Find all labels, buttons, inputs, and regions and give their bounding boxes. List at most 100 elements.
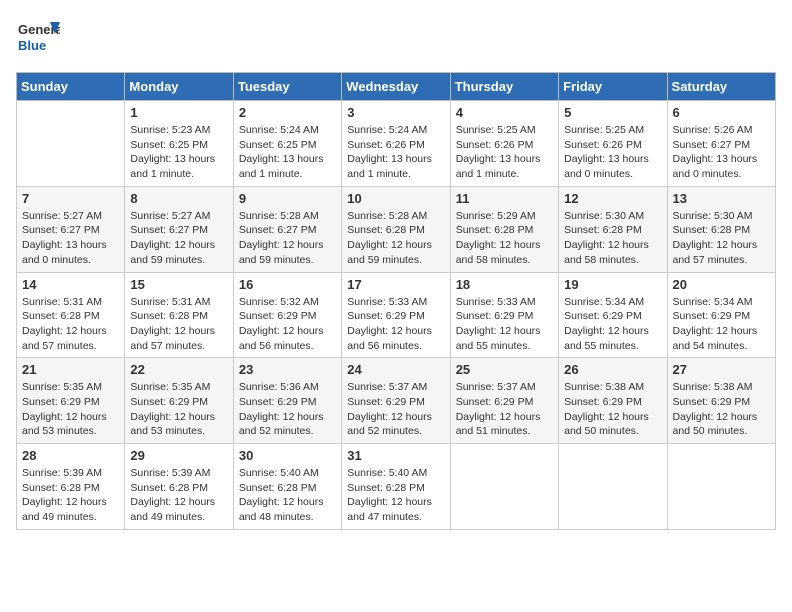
day-info: Sunrise: 5:37 AMSunset: 6:29 PMDaylight:…	[456, 380, 553, 439]
calendar-cell: 26Sunrise: 5:38 AMSunset: 6:29 PMDayligh…	[559, 358, 667, 444]
day-number: 13	[673, 191, 770, 206]
day-header-saturday: Saturday	[667, 73, 775, 101]
calendar-cell: 1 Sunrise: 5:23 AMSunset: 6:25 PMDaylight…	[125, 101, 233, 187]
day-number: 8	[130, 191, 227, 206]
day-header-sunday: Sunday	[17, 73, 125, 101]
day-header-wednesday: Wednesday	[342, 73, 450, 101]
calendar-cell: 23 Sunrise: 5:36 AMSunset: 6:29 PMDayligh…	[233, 358, 341, 444]
day-number: 3	[347, 105, 444, 120]
calendar-cell: 13 Sunrise: 5:30 AMSunset: 6:28 PMDayligh…	[667, 186, 775, 272]
day-number: 25	[456, 362, 553, 377]
day-info: Sunrise: 5:38 AMSunset: 6:29 PMDaylight:…	[673, 380, 770, 439]
calendar-cell: 27 Sunrise: 5:38 AMSunset: 6:29 PMDayligh…	[667, 358, 775, 444]
day-number: 16	[239, 277, 336, 292]
day-number: 14	[22, 277, 119, 292]
day-header-tuesday: Tuesday	[233, 73, 341, 101]
day-number: 12	[564, 191, 661, 206]
calendar-cell: 19Sunrise: 5:34 AMSunset: 6:29 PMDayligh…	[559, 272, 667, 358]
day-number: 27	[673, 362, 770, 377]
day-info: Sunrise: 5:28 AMSunset: 6:28 PMDaylight:…	[347, 209, 444, 268]
day-number: 1	[130, 105, 227, 120]
day-number: 18	[456, 277, 553, 292]
calendar-cell: 14 Sunrise: 5:31 AMSunset: 6:28 PMDayligh…	[17, 272, 125, 358]
day-info: Sunrise: 5:31 AMSunset: 6:28 PMDaylight:…	[130, 295, 227, 354]
logo: General Blue	[16, 16, 60, 60]
day-number: 2	[239, 105, 336, 120]
calendar-cell: 24 Sunrise: 5:37 AMSunset: 6:29 PMDayligh…	[342, 358, 450, 444]
day-info: Sunrise: 5:33 AMSunset: 6:29 PMDaylight:…	[456, 295, 553, 354]
calendar-cell: 22 Sunrise: 5:35 AMSunset: 6:29 PMDayligh…	[125, 358, 233, 444]
calendar-cell: 12 Sunrise: 5:30 AMSunset: 6:28 PMDayligh…	[559, 186, 667, 272]
day-header-friday: Friday	[559, 73, 667, 101]
day-number: 9	[239, 191, 336, 206]
day-info: Sunrise: 5:40 AMSunset: 6:28 PMDaylight:…	[239, 466, 336, 525]
calendar-cell: 20Sunrise: 5:34 AMSunset: 6:29 PMDayligh…	[667, 272, 775, 358]
day-info: Sunrise: 5:37 AMSunset: 6:29 PMDaylight:…	[347, 380, 444, 439]
calendar-cell: 21 Sunrise: 5:35 AMSunset: 6:29 PMDayligh…	[17, 358, 125, 444]
day-info: Sunrise: 5:40 AMSunset: 6:28 PMDaylight:…	[347, 466, 444, 525]
calendar-cell: 25 Sunrise: 5:37 AMSunset: 6:29 PMDayligh…	[450, 358, 558, 444]
day-number: 29	[130, 448, 227, 463]
calendar-cell: 30Sunrise: 5:40 AMSunset: 6:28 PMDayligh…	[233, 444, 341, 530]
day-info: Sunrise: 5:35 AMSunset: 6:29 PMDaylight:…	[130, 380, 227, 439]
day-info: Sunrise: 5:35 AMSunset: 6:29 PMDaylight:…	[22, 380, 119, 439]
day-info: Sunrise: 5:27 AMSunset: 6:27 PMDaylight:…	[130, 209, 227, 268]
day-info: Sunrise: 5:30 AMSunset: 6:28 PMDaylight:…	[673, 209, 770, 268]
calendar-cell: 11 Sunrise: 5:29 AMSunset: 6:28 PMDayligh…	[450, 186, 558, 272]
day-number: 26	[564, 362, 661, 377]
day-header-thursday: Thursday	[450, 73, 558, 101]
calendar-cell: 8 Sunrise: 5:27 AMSunset: 6:27 PMDaylight…	[125, 186, 233, 272]
calendar-cell: 15 Sunrise: 5:31 AMSunset: 6:28 PMDayligh…	[125, 272, 233, 358]
calendar-cell: 6 Sunrise: 5:26 AMSunset: 6:27 PMDaylight…	[667, 101, 775, 187]
day-header-monday: Monday	[125, 73, 233, 101]
day-number: 4	[456, 105, 553, 120]
calendar-table: SundayMondayTuesdayWednesdayThursdayFrid…	[16, 72, 776, 530]
calendar-cell	[559, 444, 667, 530]
day-number: 28	[22, 448, 119, 463]
day-number: 31	[347, 448, 444, 463]
day-number: 22	[130, 362, 227, 377]
day-number: 23	[239, 362, 336, 377]
calendar-cell: 31 Sunrise: 5:40 AMSunset: 6:28 PMDayligh…	[342, 444, 450, 530]
day-number: 5	[564, 105, 661, 120]
day-info: Sunrise: 5:24 AMSunset: 6:26 PMDaylight:…	[347, 123, 444, 182]
day-number: 6	[673, 105, 770, 120]
day-info: Sunrise: 5:33 AMSunset: 6:29 PMDaylight:…	[347, 295, 444, 354]
day-info: Sunrise: 5:25 AMSunset: 6:26 PMDaylight:…	[564, 123, 661, 182]
page-header: General Blue	[16, 16, 776, 60]
day-info: Sunrise: 5:30 AMSunset: 6:28 PMDaylight:…	[564, 209, 661, 268]
day-number: 10	[347, 191, 444, 206]
calendar-cell: 3 Sunrise: 5:24 AMSunset: 6:26 PMDaylight…	[342, 101, 450, 187]
day-info: Sunrise: 5:36 AMSunset: 6:29 PMDaylight:…	[239, 380, 336, 439]
calendar-cell: 17 Sunrise: 5:33 AMSunset: 6:29 PMDayligh…	[342, 272, 450, 358]
day-number: 15	[130, 277, 227, 292]
day-number: 20	[673, 277, 770, 292]
calendar-cell	[450, 444, 558, 530]
logo-svg: General Blue	[16, 16, 60, 60]
day-info: Sunrise: 5:23 AMSunset: 6:25 PMDaylight:…	[130, 123, 227, 182]
day-number: 7	[22, 191, 119, 206]
day-info: Sunrise: 5:39 AMSunset: 6:28 PMDaylight:…	[22, 466, 119, 525]
day-info: Sunrise: 5:29 AMSunset: 6:28 PMDaylight:…	[456, 209, 553, 268]
calendar-cell: 16 Sunrise: 5:32 AMSunset: 6:29 PMDayligh…	[233, 272, 341, 358]
day-number: 17	[347, 277, 444, 292]
day-info: Sunrise: 5:27 AMSunset: 6:27 PMDaylight:…	[22, 209, 119, 268]
calendar-cell: 18 Sunrise: 5:33 AMSunset: 6:29 PMDayligh…	[450, 272, 558, 358]
day-info: Sunrise: 5:25 AMSunset: 6:26 PMDaylight:…	[456, 123, 553, 182]
calendar-cell: 28 Sunrise: 5:39 AMSunset: 6:28 PMDayligh…	[17, 444, 125, 530]
day-info: Sunrise: 5:26 AMSunset: 6:27 PMDaylight:…	[673, 123, 770, 182]
calendar-cell	[667, 444, 775, 530]
calendar-cell: 29Sunrise: 5:39 AMSunset: 6:28 PMDayligh…	[125, 444, 233, 530]
day-info: Sunrise: 5:34 AMSunset: 6:29 PMDaylight:…	[564, 295, 661, 354]
svg-text:Blue: Blue	[18, 38, 46, 53]
calendar-cell	[17, 101, 125, 187]
calendar-cell: 7 Sunrise: 5:27 AMSunset: 6:27 PMDaylight…	[17, 186, 125, 272]
day-number: 21	[22, 362, 119, 377]
calendar-cell: 2Sunrise: 5:24 AMSunset: 6:25 PMDaylight…	[233, 101, 341, 187]
day-info: Sunrise: 5:32 AMSunset: 6:29 PMDaylight:…	[239, 295, 336, 354]
calendar-cell: 10 Sunrise: 5:28 AMSunset: 6:28 PMDayligh…	[342, 186, 450, 272]
day-info: Sunrise: 5:31 AMSunset: 6:28 PMDaylight:…	[22, 295, 119, 354]
day-number: 24	[347, 362, 444, 377]
calendar-cell: 9Sunrise: 5:28 AMSunset: 6:27 PMDaylight…	[233, 186, 341, 272]
day-number: 11	[456, 191, 553, 206]
